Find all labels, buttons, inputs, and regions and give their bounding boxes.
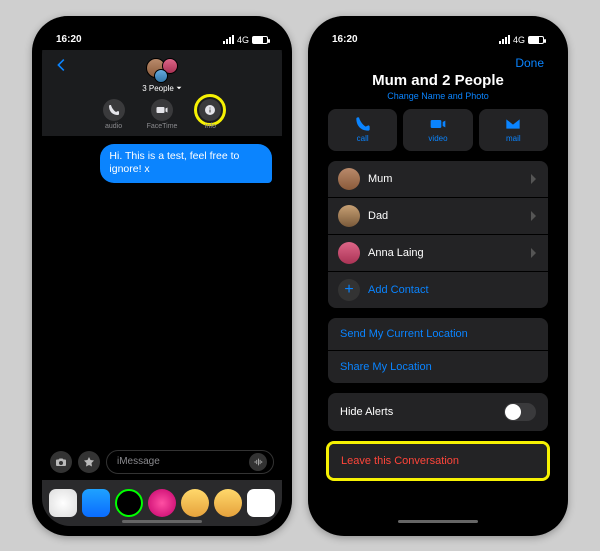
details-top-bar: Done: [318, 50, 558, 70]
add-contact-label: Add Contact: [368, 284, 538, 296]
camera-icon: [55, 456, 67, 468]
message-input[interactable]: iMessage: [106, 450, 274, 474]
add-contact-row[interactable]: + Add Contact: [328, 271, 548, 308]
hide-alerts-label: Hide Alerts: [340, 406, 393, 418]
network-label: 4G: [237, 35, 249, 45]
battery-icon: [528, 36, 544, 44]
leave-conversation-highlight: Leave this Conversation: [326, 441, 550, 481]
video-icon: [430, 116, 446, 132]
network-label: 4G: [513, 35, 525, 45]
group-avatar[interactable]: [146, 58, 178, 80]
avatar: [338, 242, 360, 264]
screen-details: 16:20 4G Done Mum and 2 People Change Na…: [318, 26, 558, 526]
battery-icon: [252, 36, 268, 44]
mail-icon: [505, 116, 521, 132]
dock-app-store[interactable]: [82, 489, 110, 517]
leave-conversation-row[interactable]: Leave this Conversation: [329, 444, 547, 478]
signal-icon: [223, 35, 234, 44]
leave-section: Leave this Conversation: [329, 444, 547, 478]
message-placeholder: iMessage: [117, 456, 160, 467]
dock-app-emoji1[interactable]: [181, 489, 209, 517]
info-button[interactable]: info: [199, 99, 221, 130]
dock-app-circle[interactable]: [115, 489, 143, 517]
video-button[interactable]: video: [403, 109, 472, 151]
alerts-section: Hide Alerts: [328, 393, 548, 431]
notch: [383, 26, 493, 46]
appstore-button[interactable]: [78, 451, 100, 473]
conversation-header: 3 People audio FaceTime info: [42, 50, 282, 136]
back-icon[interactable]: [52, 56, 70, 74]
status-right: 4G: [223, 35, 268, 45]
share-location-row[interactable]: Share My Location: [328, 350, 548, 383]
chevron-down-icon: [176, 85, 182, 91]
chevron-right-icon: [530, 210, 538, 222]
dock-app-emoji2[interactable]: [214, 489, 242, 517]
group-title: Mum and 2 People: [318, 72, 558, 89]
sent-message-bubble[interactable]: Hi. This is a test, feel free to ignore!…: [100, 144, 272, 183]
header-actions: audio FaceTime info: [103, 99, 222, 130]
hide-alerts-row: Hide Alerts: [328, 393, 548, 431]
info-icon: [204, 104, 216, 116]
members-list: Mum Dad Anna Laing + Add Contact: [328, 161, 548, 308]
hide-alerts-toggle[interactable]: [504, 403, 536, 421]
message-list[interactable]: Hi. This is a test, feel free to ignore!…: [42, 136, 282, 444]
chevron-right-icon: [530, 247, 538, 259]
call-button[interactable]: call: [328, 109, 397, 151]
info-button-highlight: [194, 94, 226, 126]
quick-actions: call video mail: [328, 109, 548, 151]
status-right: 4G: [499, 35, 544, 45]
screen-conversation: 16:20 4G 3 People audio: [42, 26, 282, 526]
member-name: Dad: [368, 210, 522, 222]
member-name: Mum: [368, 173, 522, 185]
location-section: Send My Current Location Share My Locati…: [328, 318, 548, 383]
group-name-label[interactable]: 3 People: [142, 84, 182, 93]
phone-icon: [108, 104, 120, 116]
send-location-row[interactable]: Send My Current Location: [328, 318, 548, 350]
waveform-icon: [253, 457, 263, 467]
member-name: Anna Laing: [368, 247, 522, 259]
phone-icon: [355, 116, 371, 132]
dock-app-photos[interactable]: [49, 489, 77, 517]
compose-bar: iMessage: [42, 444, 282, 480]
member-row[interactable]: Anna Laing: [328, 234, 548, 271]
member-row[interactable]: Mum: [328, 161, 548, 197]
phone-right: 16:20 4G Done Mum and 2 People Change Na…: [308, 16, 568, 536]
dock-app-music[interactable]: [247, 489, 275, 517]
member-row[interactable]: Dad: [328, 197, 548, 234]
home-indicator[interactable]: [398, 520, 478, 523]
chevron-right-icon: [530, 173, 538, 185]
dock-app-pink[interactable]: [148, 489, 176, 517]
done-button[interactable]: Done: [515, 56, 544, 70]
facetime-button[interactable]: FaceTime: [147, 99, 178, 130]
avatar: [338, 205, 360, 227]
audio-button[interactable]: audio: [103, 99, 125, 130]
phone-left: 16:20 4G 3 People audio: [32, 16, 292, 536]
home-indicator[interactable]: [122, 520, 202, 523]
notch: [107, 26, 217, 46]
change-name-photo-link[interactable]: Change Name and Photo: [318, 91, 558, 101]
dictate-button[interactable]: [249, 453, 267, 471]
avatar: [338, 168, 360, 190]
mail-button[interactable]: mail: [479, 109, 548, 151]
plus-icon: +: [338, 279, 360, 301]
status-time: 16:20: [56, 34, 82, 45]
appstore-icon: [83, 456, 95, 468]
status-time: 16:20: [332, 34, 358, 45]
camera-button[interactable]: [50, 451, 72, 473]
video-icon: [156, 104, 168, 116]
signal-icon: [499, 35, 510, 44]
